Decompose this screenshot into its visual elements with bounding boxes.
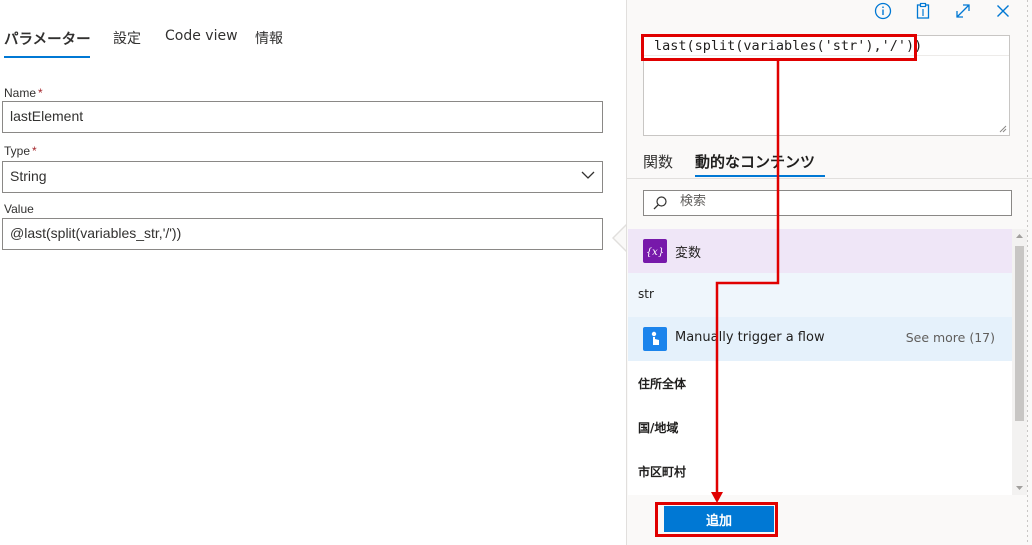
tab-parameters[interactable]: パラメーター (4, 28, 91, 49)
panel-toolbar (627, 0, 1032, 24)
type-label-text: Type (4, 144, 31, 158)
panel-tab-divider (627, 178, 1032, 179)
tab-info[interactable]: 情報 (255, 28, 283, 48)
list-item-label: 国/地域 (638, 421, 679, 435)
name-label-text: Name (4, 86, 37, 100)
name-label: Name * (4, 86, 43, 100)
type-selected-value: String (10, 168, 47, 184)
active-tab-indicator (4, 56, 90, 58)
info-icon[interactable] (873, 1, 893, 21)
group-title-manual-trigger: Manually trigger a flow (675, 330, 825, 345)
active-panel-tab-indicator (695, 175, 825, 177)
tab-functions[interactable]: 関数 (643, 151, 673, 172)
search-box[interactable] (643, 190, 1012, 216)
required-mark: * (32, 144, 37, 158)
expression-highlight-box (641, 34, 917, 61)
svg-text:{x}: {x} (646, 247, 664, 258)
list-item-city[interactable]: 市区町村 (628, 449, 1012, 493)
scroll-up-arrow-icon[interactable] (1015, 232, 1024, 241)
scroll-down-arrow-icon[interactable] (1015, 483, 1024, 492)
list-item-label: str (638, 287, 654, 301)
search-icon (653, 196, 667, 210)
variable-icon: {x} (643, 239, 667, 263)
list-item-str[interactable]: str (628, 273, 1012, 317)
value-field[interactable]: @last(split(variables_str,'/')) (2, 218, 603, 250)
list-scrollbar[interactable] (1012, 229, 1027, 495)
type-label: Type * (4, 144, 37, 158)
dynamic-content-panel: last(split(variables('str'),'/')) 関数 動的な… (626, 0, 1032, 545)
group-header-manual-trigger[interactable]: Manually trigger a flow See more (17) (628, 317, 1012, 361)
scroll-thumb[interactable] (1015, 246, 1024, 421)
parameter-tabs: パラメーター 設定 Code view 情報 (0, 22, 600, 60)
manual-trigger-icon (643, 327, 667, 351)
group-title-variables: 変数 (675, 246, 702, 261)
clipboard-icon[interactable] (913, 1, 933, 21)
list-item-country-region[interactable]: 国/地域 (628, 405, 1012, 449)
add-button-highlight-box (655, 502, 778, 537)
name-field[interactable]: lastElement (2, 101, 603, 133)
resize-grip-icon[interactable] (998, 124, 1007, 133)
type-dropdown[interactable]: String (2, 161, 603, 193)
list-item-label: 市区町村 (638, 465, 687, 479)
tab-code-view[interactable]: Code view (165, 28, 238, 44)
panel-edge-border (1027, 0, 1028, 545)
list-item-full-address[interactable]: 住所全体 (628, 361, 1012, 405)
group-header-variables[interactable]: {x} 変数 (628, 229, 1012, 273)
expand-icon[interactable] (953, 1, 973, 21)
close-icon[interactable] (993, 1, 1013, 21)
chevron-down-icon (581, 171, 595, 179)
tab-dynamic-content[interactable]: 動的なコンテンツ (695, 151, 815, 172)
list-item-label: 住所全体 (638, 377, 687, 391)
search-input[interactable] (680, 194, 1000, 209)
required-mark: * (38, 86, 43, 100)
value-label: Value (4, 202, 34, 216)
dynamic-content-list: {x} 変数 str Manually trigger a flow See m… (628, 229, 1012, 495)
tab-settings[interactable]: 設定 (113, 28, 141, 48)
see-more-link[interactable]: See more (17) (906, 330, 995, 345)
